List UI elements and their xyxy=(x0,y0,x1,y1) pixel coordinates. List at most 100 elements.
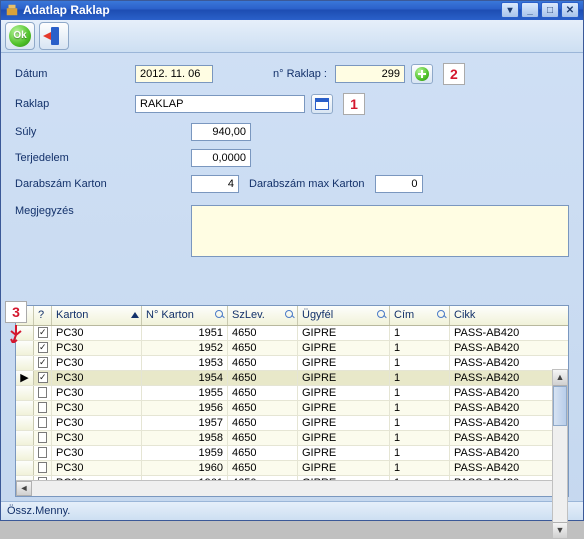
cell-check[interactable]: ✓ xyxy=(34,356,52,370)
cell-ugyfel: GIPRE xyxy=(298,386,390,400)
cell-check[interactable] xyxy=(34,461,52,475)
col-check[interactable]: ? xyxy=(34,306,52,325)
ok-icon: Ok xyxy=(9,25,31,47)
cell-cikk: PASS-AB420 xyxy=(450,431,556,445)
cell-check[interactable]: ✓ xyxy=(34,371,52,385)
row-indicator xyxy=(16,401,34,415)
exit-button[interactable] xyxy=(39,22,69,50)
table-row[interactable]: ▶✓PC3019544650GIPRE1PASS-AB420 xyxy=(16,371,568,386)
row-indicator xyxy=(16,431,34,445)
checkbox[interactable] xyxy=(38,432,47,443)
table-row[interactable]: ✓PC3019524650GIPRE1PASS-AB420 xyxy=(16,341,568,356)
v-scrollbar[interactable]: ▲ ▼ xyxy=(552,369,568,539)
scroll-track[interactable] xyxy=(32,481,552,496)
cell-cim: 1 xyxy=(390,326,450,340)
close-button[interactable]: ✕ xyxy=(561,2,579,18)
cell-check[interactable] xyxy=(34,416,52,430)
terjedelem-field[interactable]: 0,0000 xyxy=(191,149,251,167)
table-row[interactable]: PC3019594650GIPRE1PASS-AB420 xyxy=(16,446,568,461)
megjegyzes-label: Megjegyzés xyxy=(15,205,135,217)
cell-szlev: 4650 xyxy=(228,356,298,370)
dbkarton-field[interactable]: 4 xyxy=(191,175,239,193)
cell-cim: 1 xyxy=(390,416,450,430)
dropdown-button[interactable]: ▾ xyxy=(501,2,519,18)
col-cim[interactable]: Cím xyxy=(390,306,450,325)
col-karton-label: Karton xyxy=(56,309,88,321)
cell-check[interactable] xyxy=(34,431,52,445)
checkbox[interactable] xyxy=(38,417,47,428)
scroll-left-button[interactable]: ◄ xyxy=(16,481,32,496)
cell-check[interactable]: ✓ xyxy=(34,341,52,355)
row-indicator xyxy=(16,341,34,355)
add-raklap-button[interactable] xyxy=(411,64,433,84)
cell-nkarton: 1960 xyxy=(142,461,228,475)
search-icon xyxy=(215,310,225,320)
ok-button[interactable]: Ok xyxy=(5,22,35,50)
minimize-button[interactable]: _ xyxy=(521,2,539,18)
checkbox[interactable] xyxy=(38,447,47,458)
grid: ? Karton N° Karton SzLev. Ügyfél Cím Cik… xyxy=(15,305,569,497)
grid-body[interactable]: ✓PC3019514650GIPRE1PASS-AB420✓PC30195246… xyxy=(16,326,568,480)
cell-ugyfel: GIPRE xyxy=(298,356,390,370)
cell-ugyfel: GIPRE xyxy=(298,416,390,430)
raklap-field[interactable]: RAKLAP xyxy=(135,95,305,113)
checkbox[interactable] xyxy=(38,462,47,473)
row-indicator xyxy=(16,356,34,370)
table-row[interactable]: ✓PC3019534650GIPRE1PASS-AB420 xyxy=(16,356,568,371)
maximize-button[interactable]: □ xyxy=(541,2,559,18)
cell-karton: PC30 xyxy=(52,356,142,370)
cell-cikk: PASS-AB420 xyxy=(450,401,556,415)
rowheader-column[interactable] xyxy=(16,306,34,325)
cell-karton: PC30 xyxy=(52,341,142,355)
dbmax-field[interactable]: 0 xyxy=(375,175,423,193)
datum-label: Dátum xyxy=(15,68,135,80)
cell-szlev: 4650 xyxy=(228,401,298,415)
col-ugyfel[interactable]: Ügyfél xyxy=(298,306,390,325)
checkbox[interactable] xyxy=(38,387,47,398)
cell-check[interactable] xyxy=(34,401,52,415)
cell-nkarton: 1954 xyxy=(142,371,228,385)
checkbox[interactable]: ✓ xyxy=(38,327,48,338)
cell-ugyfel: GIPRE xyxy=(298,371,390,385)
checkbox[interactable]: ✓ xyxy=(38,342,48,353)
cell-check[interactable]: ✓ xyxy=(34,326,52,340)
cell-check[interactable] xyxy=(34,386,52,400)
cell-cim: 1 xyxy=(390,371,450,385)
cell-cikk: PASS-AB420 xyxy=(450,326,556,340)
table-row[interactable]: PC3019564650GIPRE1PASS-AB420 xyxy=(16,401,568,416)
col-szlev-label: SzLev. xyxy=(232,309,265,321)
checkbox[interactable]: ✓ xyxy=(38,372,48,383)
table-row[interactable]: PC3019574650GIPRE1PASS-AB420 xyxy=(16,416,568,431)
nraklap-field[interactable]: 299 xyxy=(335,65,405,83)
scroll-down-button[interactable]: ▼ xyxy=(553,522,567,538)
col-cikk[interactable]: Cikk xyxy=(450,306,556,325)
scroll-thumb[interactable] xyxy=(553,386,567,426)
cell-check[interactable] xyxy=(34,446,52,460)
table-row[interactable]: PC3019584650GIPRE1PASS-AB420 xyxy=(16,431,568,446)
checkbox[interactable]: ✓ xyxy=(38,357,48,368)
cell-nkarton: 1959 xyxy=(142,446,228,460)
col-szlev[interactable]: SzLev. xyxy=(228,306,298,325)
row-indicator xyxy=(16,416,34,430)
table-row[interactable]: PC3019554650GIPRE1PASS-AB420 xyxy=(16,386,568,401)
scroll-track[interactable] xyxy=(553,426,567,522)
cell-karton: PC30 xyxy=(52,371,142,385)
checkbox[interactable] xyxy=(38,402,47,413)
cell-ugyfel: GIPRE xyxy=(298,326,390,340)
suly-field[interactable]: 940,00 xyxy=(191,123,251,141)
col-karton[interactable]: Karton xyxy=(52,306,142,325)
row-indicator xyxy=(16,446,34,460)
megjegyzes-field[interactable] xyxy=(191,205,569,257)
scroll-up-button[interactable]: ▲ xyxy=(553,370,567,386)
cell-cim: 1 xyxy=(390,356,450,370)
datum-field[interactable]: 2012. 11. 06 xyxy=(135,65,213,83)
raklap-lookup-button[interactable] xyxy=(311,94,333,114)
table-row[interactable]: ✓PC3019514650GIPRE1PASS-AB420 xyxy=(16,326,568,341)
cell-karton: PC30 xyxy=(52,446,142,460)
cell-ugyfel: GIPRE xyxy=(298,341,390,355)
h-scrollbar[interactable]: ◄ ► xyxy=(16,480,568,496)
titlebar[interactable]: Adatlap Raklap ▾ _ □ ✕ xyxy=(1,1,583,20)
annotation-2: 2 xyxy=(443,63,465,85)
col-nkarton[interactable]: N° Karton xyxy=(142,306,228,325)
table-row[interactable]: PC3019604650GIPRE1PASS-AB420 xyxy=(16,461,568,476)
